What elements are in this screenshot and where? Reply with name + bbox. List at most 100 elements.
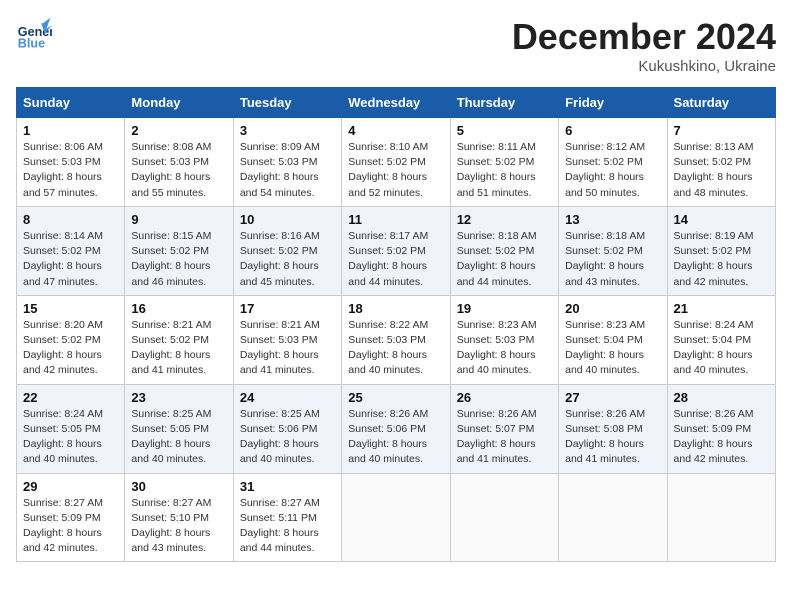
sunrise-text: Sunrise: 8:11 AM xyxy=(457,140,552,155)
day-number: 3 xyxy=(240,123,335,138)
day-number: 30 xyxy=(131,479,226,494)
day-info: Sunrise: 8:27 AMSunset: 5:11 PMDaylight:… xyxy=(240,496,335,557)
day-number: 19 xyxy=(457,301,552,316)
day-info: Sunrise: 8:14 AMSunset: 5:02 PMDaylight:… xyxy=(23,229,118,290)
calendar-cell: 5 Sunrise: 8:11 AMSunset: 5:02 PMDaylight… xyxy=(450,118,558,207)
day-number: 15 xyxy=(23,301,118,316)
day-info: Sunrise: 8:23 AMSunset: 5:04 PMDaylight:… xyxy=(565,318,660,379)
sunset-text: Sunset: 5:02 PM xyxy=(131,244,226,259)
calendar-cell: 29Sunrise: 8:27 AMSunset: 5:09 PMDayligh… xyxy=(17,473,125,562)
sunset-text: Sunset: 5:07 PM xyxy=(457,422,552,437)
svg-text:Blue: Blue xyxy=(18,37,45,51)
sunrise-text: Sunrise: 8:21 AM xyxy=(131,318,226,333)
calendar-cell: 30Sunrise: 8:27 AMSunset: 5:10 PMDayligh… xyxy=(125,473,233,562)
daylight-text: Daylight: 8 hours and 40 minutes. xyxy=(457,348,552,378)
daylight-text: Daylight: 8 hours and 48 minutes. xyxy=(674,170,769,200)
calendar-cell: 21Sunrise: 8:24 AMSunset: 5:04 PMDayligh… xyxy=(667,295,775,384)
sunrise-text: Sunrise: 8:08 AM xyxy=(131,140,226,155)
sunrise-text: Sunrise: 8:27 AM xyxy=(131,496,226,511)
sunrise-text: Sunrise: 8:24 AM xyxy=(674,318,769,333)
day-info: Sunrise: 8:25 AMSunset: 5:06 PMDaylight:… xyxy=(240,407,335,468)
daylight-text: Daylight: 8 hours and 44 minutes. xyxy=(240,526,335,556)
month-title: December 2024 xyxy=(512,16,776,58)
sunset-text: Sunset: 5:02 PM xyxy=(23,333,118,348)
weekday-thursday: Thursday xyxy=(450,88,558,118)
sunrise-text: Sunrise: 8:25 AM xyxy=(131,407,226,422)
sunset-text: Sunset: 5:02 PM xyxy=(457,155,552,170)
daylight-text: Daylight: 8 hours and 40 minutes. xyxy=(131,437,226,467)
calendar-cell: 10 Sunrise: 8:16 AMSunset: 5:02 PMDayligh… xyxy=(233,206,341,295)
daylight-text: Daylight: 8 hours and 46 minutes. xyxy=(131,259,226,289)
daylight-text: Daylight: 8 hours and 40 minutes. xyxy=(565,348,660,378)
sunset-text: Sunset: 5:02 PM xyxy=(565,244,660,259)
day-info: Sunrise: 8:26 AMSunset: 5:07 PMDaylight:… xyxy=(457,407,552,468)
sunrise-text: Sunrise: 8:12 AM xyxy=(565,140,660,155)
day-info: Sunrise: 8:18 AMSunset: 5:02 PMDaylight:… xyxy=(565,229,660,290)
daylight-text: Daylight: 8 hours and 51 minutes. xyxy=(457,170,552,200)
calendar-cell xyxy=(667,473,775,562)
day-number: 10 xyxy=(240,212,335,227)
day-number: 13 xyxy=(565,212,660,227)
calendar-cell: 23Sunrise: 8:25 AMSunset: 5:05 PMDayligh… xyxy=(125,384,233,473)
daylight-text: Daylight: 8 hours and 41 minutes. xyxy=(565,437,660,467)
day-number: 14 xyxy=(674,212,769,227)
calendar-cell: 31Sunrise: 8:27 AMSunset: 5:11 PMDayligh… xyxy=(233,473,341,562)
day-info: Sunrise: 8:24 AMSunset: 5:05 PMDaylight:… xyxy=(23,407,118,468)
daylight-text: Daylight: 8 hours and 47 minutes. xyxy=(23,259,118,289)
day-number: 8 xyxy=(23,212,118,227)
calendar-cell: 16Sunrise: 8:21 AMSunset: 5:02 PMDayligh… xyxy=(125,295,233,384)
daylight-text: Daylight: 8 hours and 41 minutes. xyxy=(131,348,226,378)
day-number: 23 xyxy=(131,390,226,405)
sunset-text: Sunset: 5:02 PM xyxy=(457,244,552,259)
daylight-text: Daylight: 8 hours and 42 minutes. xyxy=(23,526,118,556)
calendar-week-row: 8 Sunrise: 8:14 AMSunset: 5:02 PMDaylight… xyxy=(17,206,776,295)
sunset-text: Sunset: 5:04 PM xyxy=(565,333,660,348)
sunset-text: Sunset: 5:04 PM xyxy=(674,333,769,348)
sunrise-text: Sunrise: 8:09 AM xyxy=(240,140,335,155)
sunrise-text: Sunrise: 8:27 AM xyxy=(23,496,118,511)
calendar-week-row: 29Sunrise: 8:27 AMSunset: 5:09 PMDayligh… xyxy=(17,473,776,562)
calendar-cell: 18Sunrise: 8:22 AMSunset: 5:03 PMDayligh… xyxy=(342,295,450,384)
day-info: Sunrise: 8:15 AMSunset: 5:02 PMDaylight:… xyxy=(131,229,226,290)
calendar-cell: 12Sunrise: 8:18 AMSunset: 5:02 PMDayligh… xyxy=(450,206,558,295)
weekday-friday: Friday xyxy=(559,88,667,118)
day-info: Sunrise: 8:23 AMSunset: 5:03 PMDaylight:… xyxy=(457,318,552,379)
sunset-text: Sunset: 5:08 PM xyxy=(565,422,660,437)
day-info: Sunrise: 8:10 AMSunset: 5:02 PMDaylight:… xyxy=(348,140,443,201)
sunset-text: Sunset: 5:03 PM xyxy=(240,333,335,348)
page-header: General Blue December 2024 Kukushkino, U… xyxy=(16,16,776,75)
sunset-text: Sunset: 5:11 PM xyxy=(240,511,335,526)
day-number: 27 xyxy=(565,390,660,405)
daylight-text: Daylight: 8 hours and 42 minutes. xyxy=(674,437,769,467)
day-info: Sunrise: 8:20 AMSunset: 5:02 PMDaylight:… xyxy=(23,318,118,379)
sunset-text: Sunset: 5:06 PM xyxy=(348,422,443,437)
sunset-text: Sunset: 5:02 PM xyxy=(348,155,443,170)
calendar-week-row: 22Sunrise: 8:24 AMSunset: 5:05 PMDayligh… xyxy=(17,384,776,473)
day-info: Sunrise: 8:16 AMSunset: 5:02 PMDaylight:… xyxy=(240,229,335,290)
calendar-cell: 9 Sunrise: 8:15 AMSunset: 5:02 PMDaylight… xyxy=(125,206,233,295)
weekday-wednesday: Wednesday xyxy=(342,88,450,118)
sunrise-text: Sunrise: 8:19 AM xyxy=(674,229,769,244)
calendar-cell xyxy=(342,473,450,562)
sunrise-text: Sunrise: 8:17 AM xyxy=(348,229,443,244)
sunrise-text: Sunrise: 8:26 AM xyxy=(348,407,443,422)
daylight-text: Daylight: 8 hours and 55 minutes. xyxy=(131,170,226,200)
daylight-text: Daylight: 8 hours and 45 minutes. xyxy=(240,259,335,289)
day-number: 9 xyxy=(131,212,226,227)
title-area: December 2024 Kukushkino, Ukraine xyxy=(512,16,776,75)
calendar-cell xyxy=(450,473,558,562)
day-info: Sunrise: 8:21 AMSunset: 5:02 PMDaylight:… xyxy=(131,318,226,379)
day-number: 17 xyxy=(240,301,335,316)
sunset-text: Sunset: 5:02 PM xyxy=(131,333,226,348)
daylight-text: Daylight: 8 hours and 42 minutes. xyxy=(23,348,118,378)
day-info: Sunrise: 8:13 AMSunset: 5:02 PMDaylight:… xyxy=(674,140,769,201)
day-number: 11 xyxy=(348,212,443,227)
day-info: Sunrise: 8:12 AMSunset: 5:02 PMDaylight:… xyxy=(565,140,660,201)
day-number: 5 xyxy=(457,123,552,138)
calendar-cell: 1Sunrise: 8:06 AMSunset: 5:03 PMDaylight… xyxy=(17,118,125,207)
sunrise-text: Sunrise: 8:23 AM xyxy=(565,318,660,333)
sunset-text: Sunset: 5:02 PM xyxy=(240,244,335,259)
day-number: 29 xyxy=(23,479,118,494)
sunrise-text: Sunrise: 8:24 AM xyxy=(23,407,118,422)
day-info: Sunrise: 8:11 AMSunset: 5:02 PMDaylight:… xyxy=(457,140,552,201)
